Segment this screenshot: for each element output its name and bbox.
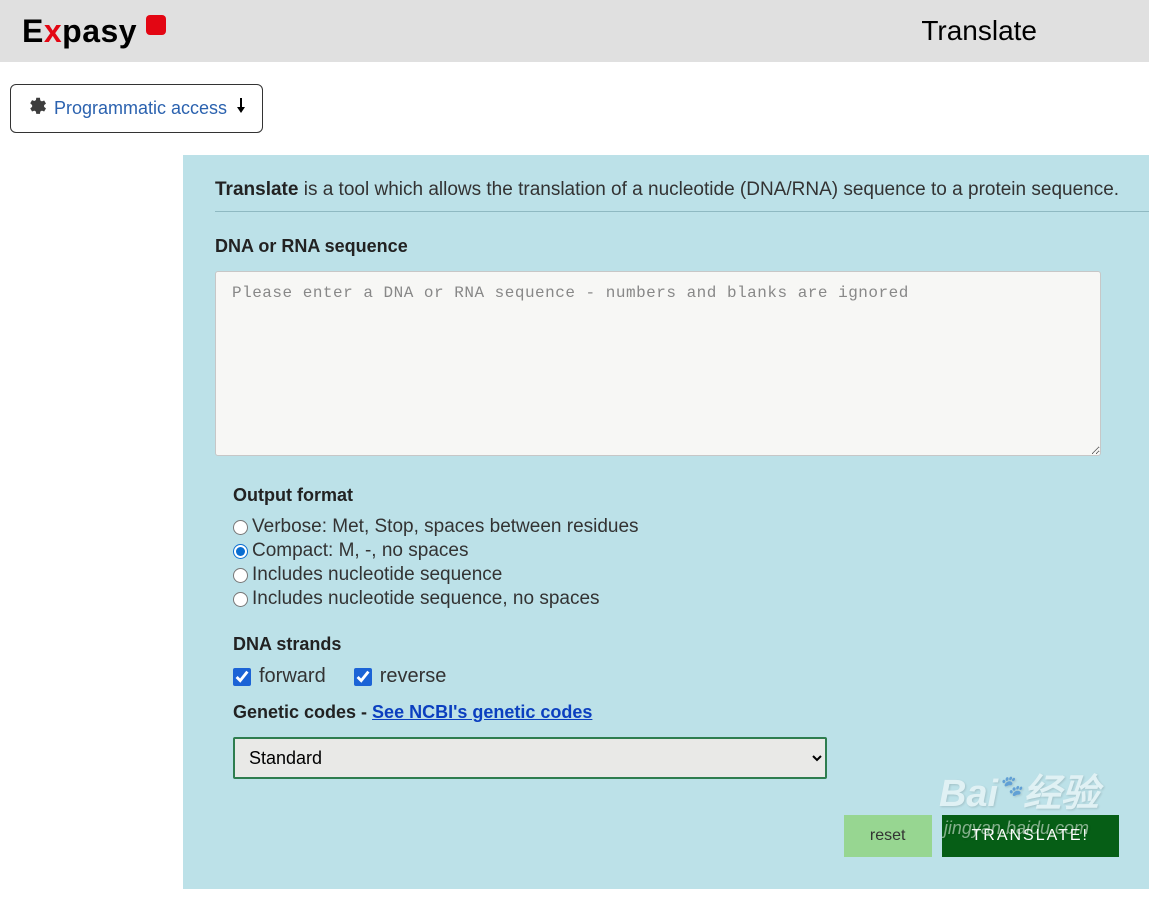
secondary-bar: Programmatic access [0, 62, 1149, 155]
main-panel: Translate is a tool which allows the tra… [183, 155, 1149, 889]
output-verbose-row[interactable]: Verbose: Met, Stop, spaces between resid… [233, 516, 1149, 538]
programmatic-access-label: Programmatic access [54, 98, 227, 119]
intro-bold: Translate [215, 179, 298, 200]
output-include-nospace-text: Includes nucleotide sequence, no spaces [252, 588, 600, 610]
genetic-codes-row: Genetic codes - See NCBI's genetic codes [233, 702, 1149, 723]
genetic-codes-label: Genetic codes - [233, 702, 372, 722]
logo-suffix: pasy [62, 13, 137, 49]
output-verbose-radio[interactable] [233, 520, 248, 535]
forward-checkbox[interactable] [233, 668, 251, 686]
genetic-code-select[interactable]: Standard [233, 737, 827, 779]
reverse-checkbox[interactable] [354, 668, 372, 686]
output-include-row[interactable]: Includes nucleotide sequence [233, 564, 1149, 586]
programmatic-access-button[interactable]: Programmatic access [10, 84, 263, 133]
reverse-label: reverse [380, 665, 447, 688]
intro-text: Translate is a tool which allows the tra… [215, 179, 1149, 212]
output-include-nospace-radio[interactable] [233, 592, 248, 607]
translate-button[interactable]: TRANSLATE! [942, 815, 1120, 857]
gears-icon [25, 95, 47, 122]
top-bar: Expasy Translate [0, 0, 1149, 62]
output-verbose-text: Verbose: Met, Stop, spaces between resid… [252, 516, 639, 538]
ncbi-genetic-codes-link[interactable]: See NCBI's genetic codes [372, 702, 592, 722]
output-compact-row[interactable]: Compact: M, -, no spaces [233, 540, 1149, 562]
output-include-radio[interactable] [233, 568, 248, 583]
output-compact-radio[interactable] [233, 544, 248, 559]
arrow-down-icon [234, 98, 248, 119]
output-include-text: Includes nucleotide sequence [252, 564, 502, 586]
forward-checkbox-row[interactable]: forward [233, 665, 326, 688]
forward-label: forward [259, 665, 326, 688]
page-title: Translate [921, 15, 1037, 47]
output-format-label: Output format [233, 485, 1149, 506]
sequence-label: DNA or RNA sequence [215, 236, 1149, 257]
reverse-checkbox-row[interactable]: reverse [354, 665, 447, 688]
output-include-nospace-row[interactable]: Includes nucleotide sequence, no spaces [233, 588, 1149, 610]
reset-button[interactable]: reset [844, 815, 932, 857]
logo-badge-icon [146, 15, 166, 35]
logo-x: x [44, 13, 62, 49]
logo-prefix: E [22, 13, 44, 49]
dna-strands-label: DNA strands [233, 634, 1149, 655]
sequence-input[interactable] [215, 271, 1101, 456]
intro-rest: is a tool which allows the translation o… [298, 179, 1119, 200]
output-compact-text: Compact: M, -, no spaces [252, 540, 468, 562]
expasy-logo[interactable]: Expasy [22, 13, 166, 50]
